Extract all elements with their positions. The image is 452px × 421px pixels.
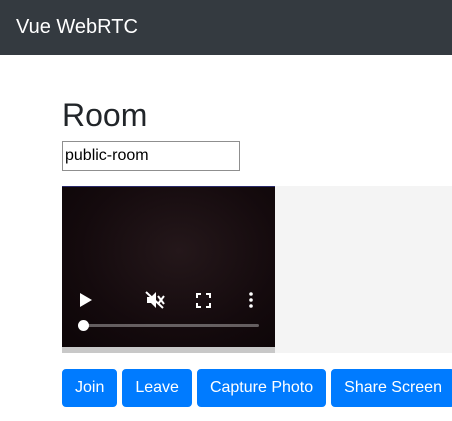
play-icon[interactable] xyxy=(76,290,96,310)
video-progress-thumb[interactable] xyxy=(78,320,89,331)
share-screen-button[interactable]: Share Screen xyxy=(331,369,452,407)
action-buttons: Join Leave Capture Photo Share Screen xyxy=(62,369,452,407)
room-name-input[interactable] xyxy=(62,141,240,171)
capture-photo-button[interactable]: Capture Photo xyxy=(196,369,327,407)
video-list xyxy=(62,186,452,353)
navbar: Vue WebRTC xyxy=(0,0,452,55)
muted-speaker-icon[interactable] xyxy=(144,289,166,311)
more-vertical-icon[interactable] xyxy=(242,290,260,310)
video-tile xyxy=(62,186,275,353)
video-player[interactable] xyxy=(62,186,275,347)
video-progress-bar[interactable] xyxy=(84,324,259,327)
fullscreen-icon[interactable] xyxy=(193,290,213,310)
page-title: Room xyxy=(62,97,148,133)
navbar-brand[interactable]: Vue WebRTC xyxy=(16,16,138,39)
leave-button[interactable]: Leave xyxy=(122,369,192,407)
join-button[interactable]: Join xyxy=(62,369,118,407)
